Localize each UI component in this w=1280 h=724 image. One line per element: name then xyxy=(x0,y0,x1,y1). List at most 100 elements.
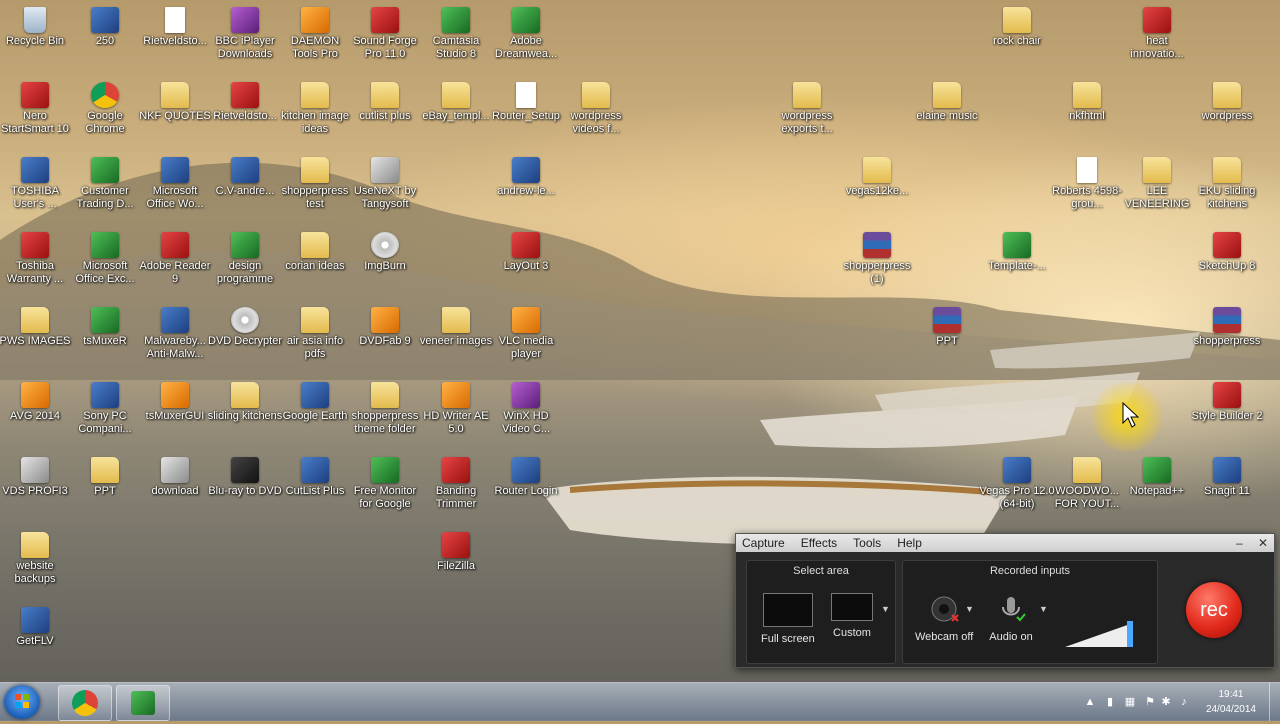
desktop-icon[interactable]: DVDFab 9 xyxy=(347,301,423,375)
desktop-icon[interactable]: Nero StartSmart 10 xyxy=(0,76,73,150)
menu-help[interactable]: Help xyxy=(897,536,922,550)
desktop-icon[interactable]: LayOut 3 xyxy=(488,226,564,300)
desktop-icon[interactable]: Notepad++ xyxy=(1119,451,1195,525)
desktop-icon[interactable]: Malwareby... Anti-Malw... xyxy=(137,301,213,375)
desktop-icon[interactable]: CutList Plus xyxy=(277,451,353,525)
desktop-icon[interactable]: WOODWO... FOR YOUT... xyxy=(1049,451,1125,525)
desktop-icon[interactable]: UseNeXT by Tangysoft xyxy=(347,151,423,225)
desktop-icon[interactable]: wordpress xyxy=(1189,76,1265,150)
desktop-icon[interactable]: Router_Setup xyxy=(488,76,564,150)
desktop-icon[interactable]: PPT xyxy=(67,451,143,525)
desktop-icon[interactable]: Banding Trimmer xyxy=(418,451,494,525)
taskbar-chrome[interactable] xyxy=(58,685,112,721)
desktop-icon[interactable]: TOSHIBA User's ... xyxy=(0,151,73,225)
minimize-button[interactable]: – xyxy=(1236,536,1243,550)
desktop-icon[interactable]: VLC media player xyxy=(488,301,564,375)
taskbar-camtasia-recorder[interactable] xyxy=(116,685,170,721)
desktop-icon[interactable]: DVD Decrypter xyxy=(207,301,283,375)
desktop-icon[interactable]: BBC iPlayer Downloads xyxy=(207,1,283,75)
desktop-icon[interactable]: Router Login xyxy=(488,451,564,525)
desktop-icon[interactable]: PPT xyxy=(909,301,985,375)
desktop-icon[interactable]: NKF QUOTES xyxy=(137,76,213,150)
desktop-icon[interactable]: tsMuxeR xyxy=(67,301,143,375)
record-button[interactable]: rec xyxy=(1186,582,1242,638)
desktop-icon[interactable]: shopperpress xyxy=(1189,301,1265,375)
desktop-icon[interactable]: Style Builder 2 xyxy=(1189,376,1265,450)
desktop-icon[interactable]: corian ideas xyxy=(277,226,353,300)
desktop-icon[interactable]: wordpress exports t... xyxy=(769,76,845,150)
desktop-icon[interactable]: shopperpress theme folder xyxy=(347,376,423,450)
desktop-icon[interactable]: nkfhtml xyxy=(1049,76,1125,150)
full-screen-option[interactable]: Full screen xyxy=(761,593,815,645)
desktop-icon[interactable]: Google Chrome xyxy=(67,76,143,150)
desktop-icon[interactable]: Customer Trading D... xyxy=(67,151,143,225)
desktop-icon[interactable]: andrew-le... xyxy=(488,151,564,225)
desktop-icon[interactable]: download xyxy=(137,451,213,525)
desktop-icon[interactable]: Rietveldsto... xyxy=(137,1,213,75)
show-desktop-button[interactable] xyxy=(1269,683,1280,721)
desktop-icon[interactable]: Adobe Reader 9 xyxy=(137,226,213,300)
tray-network-icon[interactable]: ▦ xyxy=(1124,696,1136,708)
desktop-icon[interactable]: kitchen image ideas xyxy=(277,76,353,150)
custom-option[interactable]: Custom xyxy=(831,593,873,639)
desktop-icon[interactable]: Sony PC Compani... xyxy=(67,376,143,450)
tray-volume-icon[interactable]: ♪ xyxy=(1178,696,1190,708)
desktop-icon[interactable]: 250 xyxy=(67,1,143,75)
desktop-icon[interactable]: rock chair xyxy=(979,1,1055,75)
desktop-icon[interactable]: veneer images xyxy=(418,301,494,375)
desktop-icon[interactable]: design programme xyxy=(207,226,283,300)
menu-effects[interactable]: Effects xyxy=(801,536,837,550)
desktop-icon[interactable]: shopperpress (1) xyxy=(839,226,915,300)
desktop-icon[interactable]: PWS IMAGES xyxy=(0,301,73,375)
desktop-icon[interactable]: VDS PROFI3 xyxy=(0,451,73,525)
desktop-icon[interactable]: Microsoft Office Wo... xyxy=(137,151,213,225)
desktop-icon[interactable]: tsMuxerGUI xyxy=(137,376,213,450)
desktop-icon[interactable]: sliding kitchens xyxy=(207,376,283,450)
close-button[interactable]: ✕ xyxy=(1258,536,1268,550)
desktop-icon[interactable]: Google Earth xyxy=(277,376,353,450)
tray-show-hidden-icon[interactable]: ▲ xyxy=(1084,696,1096,708)
desktop-icon[interactable]: C.V-andre... xyxy=(207,151,283,225)
menu-tools[interactable]: Tools xyxy=(853,536,881,550)
audio-toggle[interactable]: Audio on xyxy=(989,593,1033,643)
tray-action-center-icon[interactable]: ⚑ xyxy=(1144,696,1156,708)
desktop-icon[interactable]: Camtasia Studio 8 xyxy=(418,1,494,75)
custom-dropdown-icon[interactable]: ▼ xyxy=(881,604,890,614)
desktop-icon[interactable]: elaine music xyxy=(909,76,985,150)
desktop-icon[interactable]: wordpress videos f... xyxy=(558,76,634,150)
desktop-icon[interactable]: air asia info pdfs xyxy=(277,301,353,375)
desktop-icon[interactable]: Free Monitor for Google xyxy=(347,451,423,525)
desktop-icon[interactable]: AVG 2014 xyxy=(0,376,73,450)
menu-capture[interactable]: Capture xyxy=(742,536,785,550)
tray-security-icon[interactable]: ✱ xyxy=(1160,696,1172,708)
desktop-icon[interactable]: Roberts 4598-grou... xyxy=(1049,151,1125,225)
desktop-icon[interactable]: WinX HD Video C... xyxy=(488,376,564,450)
desktop-icon[interactable]: ImgBurn xyxy=(347,226,423,300)
desktop-icon[interactable]: Vegas Pro 12.0 (64-bit) xyxy=(979,451,1055,525)
desktop-icon[interactable]: vegas12ke... xyxy=(839,151,915,225)
desktop-icon[interactable]: GetFLV xyxy=(0,601,73,675)
desktop-icon[interactable]: HD Writer AE 5.0 xyxy=(418,376,494,450)
desktop-icon[interactable]: Rietveldsto... xyxy=(207,76,283,150)
webcam-toggle[interactable]: Webcam off xyxy=(915,593,973,643)
desktop-icon[interactable]: Toshiba Warranty ... xyxy=(0,226,73,300)
desktop-icon[interactable]: Snagit 11 xyxy=(1189,451,1265,525)
desktop-icon[interactable]: heat innovatio... xyxy=(1119,1,1195,75)
desktop-icon[interactable]: FileZilla xyxy=(418,526,494,600)
desktop-icon[interactable]: Template-... xyxy=(979,226,1055,300)
desktop-icon[interactable]: Blu-ray to DVD xyxy=(207,451,283,525)
desktop-icon[interactable]: LEE VENEERING xyxy=(1119,151,1195,225)
desktop-icon[interactable]: SketchUp 8 xyxy=(1189,226,1265,300)
audio-dropdown-icon[interactable]: ▼ xyxy=(1039,604,1048,614)
start-button[interactable] xyxy=(4,685,40,719)
desktop-icon[interactable]: Adobe Dreamwea... xyxy=(488,1,564,75)
desktop-icon[interactable]: EKU sliding kitchens xyxy=(1189,151,1265,225)
desktop-icon[interactable]: Microsoft Office Exc... xyxy=(67,226,143,300)
desktop-icon[interactable]: Sound Forge Pro 11.0 xyxy=(347,1,423,75)
audio-volume-slider[interactable] xyxy=(1063,615,1135,651)
desktop-icon[interactable]: DAEMON Tools Pro xyxy=(277,1,353,75)
desktop-icon[interactable]: cutlist plus xyxy=(347,76,423,150)
desktop-icon[interactable]: Recycle Bin xyxy=(0,1,73,75)
system-clock[interactable]: 19:41 24/04/2014 xyxy=(1206,687,1256,717)
webcam-dropdown-icon[interactable]: ▼ xyxy=(965,604,974,614)
